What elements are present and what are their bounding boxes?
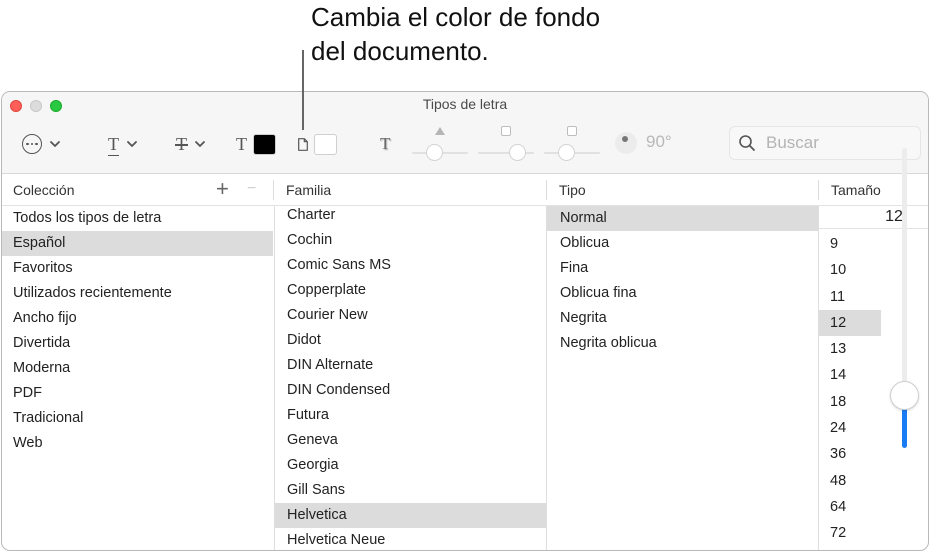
column-divider[interactable] <box>546 180 547 200</box>
callout-line-2: del documento. <box>311 36 489 66</box>
list-item[interactable]: 10 <box>819 257 881 283</box>
list-item[interactable]: Cochin <box>275 228 546 253</box>
document-color-swatch[interactable] <box>314 133 337 155</box>
list-item[interactable]: Normal <box>547 206 818 231</box>
list-item[interactable]: Oblicua <box>547 231 818 256</box>
list-item[interactable]: Negrita oblicua <box>547 331 818 356</box>
list-item[interactable]: Georgia <box>275 453 546 478</box>
typeface-header: Tipo <box>559 182 586 198</box>
list-item[interactable]: 18 <box>819 389 881 415</box>
size-header: Tamaño <box>831 182 881 198</box>
list-item[interactable]: Favoritos <box>2 256 273 281</box>
shadow-offset-square-icon <box>567 126 577 136</box>
shadow-angle-knob[interactable] <box>615 132 637 154</box>
list-item[interactable]: Charter <box>275 206 546 228</box>
list-item[interactable]: Fina <box>547 256 818 281</box>
list-item[interactable]: Ancho fijo <box>2 306 273 331</box>
document-icon <box>298 137 308 151</box>
list-item[interactable]: 72 <box>819 520 881 546</box>
list-item[interactable]: DIN Alternate <box>275 353 546 378</box>
chevron-down-icon <box>50 141 60 147</box>
list-item[interactable]: 64 <box>819 494 881 520</box>
callout-annotation: Cambia el color de fondo del documento. <box>311 0 600 68</box>
search-field[interactable] <box>729 126 921 160</box>
remove-collection-button[interactable]: − <box>247 178 256 200</box>
list-item[interactable]: Helvetica <box>275 503 546 528</box>
column-header-row: Colección + − Familia Tipo Tamaño <box>2 175 928 206</box>
callout-line-1: Cambia el color de fondo <box>311 2 601 32</box>
text-color-swatch[interactable] <box>253 133 276 155</box>
list-item[interactable]: Courier New <box>275 303 546 328</box>
column-divider[interactable] <box>818 180 819 200</box>
list-item[interactable]: 9 <box>819 231 881 257</box>
slider-knob[interactable] <box>425 144 443 161</box>
add-collection-button[interactable]: + <box>216 178 229 200</box>
shadow-offset-slider[interactable] <box>544 138 600 162</box>
slider-knob[interactable] <box>509 144 527 161</box>
search-input[interactable] <box>766 133 906 153</box>
list-item[interactable]: Español <box>2 231 273 256</box>
list-item[interactable]: 36 <box>819 441 881 467</box>
list-item[interactable]: Moderna <box>2 356 273 381</box>
strikethrough-menu-button[interactable]: T <box>175 132 207 156</box>
list-item[interactable]: Utilizados recientemente <box>2 281 273 306</box>
list-item[interactable]: Tradicional <box>2 406 273 431</box>
list-item[interactable]: 14 <box>819 362 881 388</box>
list-item[interactable]: 48 <box>819 468 881 494</box>
angle-indicator-dot <box>622 136 628 142</box>
list-item[interactable]: Todos los tipos de letra <box>2 206 273 231</box>
chevron-down-icon <box>127 141 137 147</box>
callout-pointer-line <box>302 50 304 130</box>
shadow-opacity-slider[interactable] <box>412 138 468 162</box>
text-shadow-button[interactable]: T <box>380 132 390 156</box>
titlebar-toolbar: Tipos de letra T T T T 90° Buscar <box>2 92 928 174</box>
typeface-list: Normal Oblicua Fina Oblicua fina Negrita Negr… <box>546 206 818 550</box>
list-item[interactable]: 12 <box>819 309 881 337</box>
slider-knob[interactable] <box>557 144 575 161</box>
actions-menu-button[interactable] <box>22 132 62 156</box>
list-item[interactable]: Divertida <box>2 331 273 356</box>
family-header: Familia <box>286 182 332 198</box>
search-icon <box>739 135 755 151</box>
collection-header: Colección <box>13 182 75 198</box>
strikethrough-T-icon: T <box>175 134 188 154</box>
size-slider-knob[interactable] <box>890 381 919 410</box>
list-item[interactable]: Copperplate <box>275 278 546 303</box>
family-list: Charter Cochin Comic Sans MS Copperplate Cou… <box>274 206 546 550</box>
shadow-blur-slider[interactable] <box>478 138 534 162</box>
text-color-control: T <box>236 131 276 157</box>
list-item[interactable]: Didot <box>275 328 546 353</box>
shadow-opacity-triangle-icon <box>435 127 445 135</box>
underline-T-icon: T <box>108 134 119 156</box>
list-item[interactable]: Futura <box>275 403 546 428</box>
list-item[interactable]: Web <box>2 431 273 456</box>
text-shadow-T-icon: T <box>380 134 391 153</box>
list-item[interactable]: 13 <box>819 336 881 362</box>
ellipsis-circle-icon <box>22 134 42 154</box>
document-color-control <box>298 131 337 157</box>
list-item[interactable]: DIN Condensed <box>275 378 546 403</box>
size-slider[interactable] <box>890 148 919 448</box>
fonts-window: Tipos de letra T T T T 90° Buscar Colecc… <box>1 91 929 551</box>
underline-menu-button[interactable]: T <box>108 132 139 156</box>
text-color-T-icon: T <box>236 134 247 154</box>
list-item[interactable]: PDF <box>2 381 273 406</box>
list-item[interactable]: 11 <box>819 284 881 310</box>
column-divider[interactable] <box>273 180 274 200</box>
size-column: 91011121314182436486472 <box>818 206 928 550</box>
size-input[interactable] <box>819 206 928 229</box>
list-item[interactable]: Geneva <box>275 428 546 453</box>
window-title: Tipos de letra <box>422 96 508 112</box>
shadow-angle-value: 90° <box>646 132 672 151</box>
list-item[interactable]: Helvetica Neue <box>275 528 546 550</box>
list-item[interactable]: Oblicua fina <box>547 281 818 306</box>
list-item[interactable]: Negrita <box>547 306 818 331</box>
chevron-down-icon <box>195 141 205 147</box>
collection-list: Todos los tipos de letra Español Favoritos… <box>2 206 273 550</box>
list-item[interactable]: 24 <box>819 415 881 441</box>
list-item[interactable]: Gill Sans <box>275 478 546 503</box>
list-item[interactable]: Comic Sans MS <box>275 253 546 278</box>
shadow-blur-square-icon <box>501 126 511 136</box>
